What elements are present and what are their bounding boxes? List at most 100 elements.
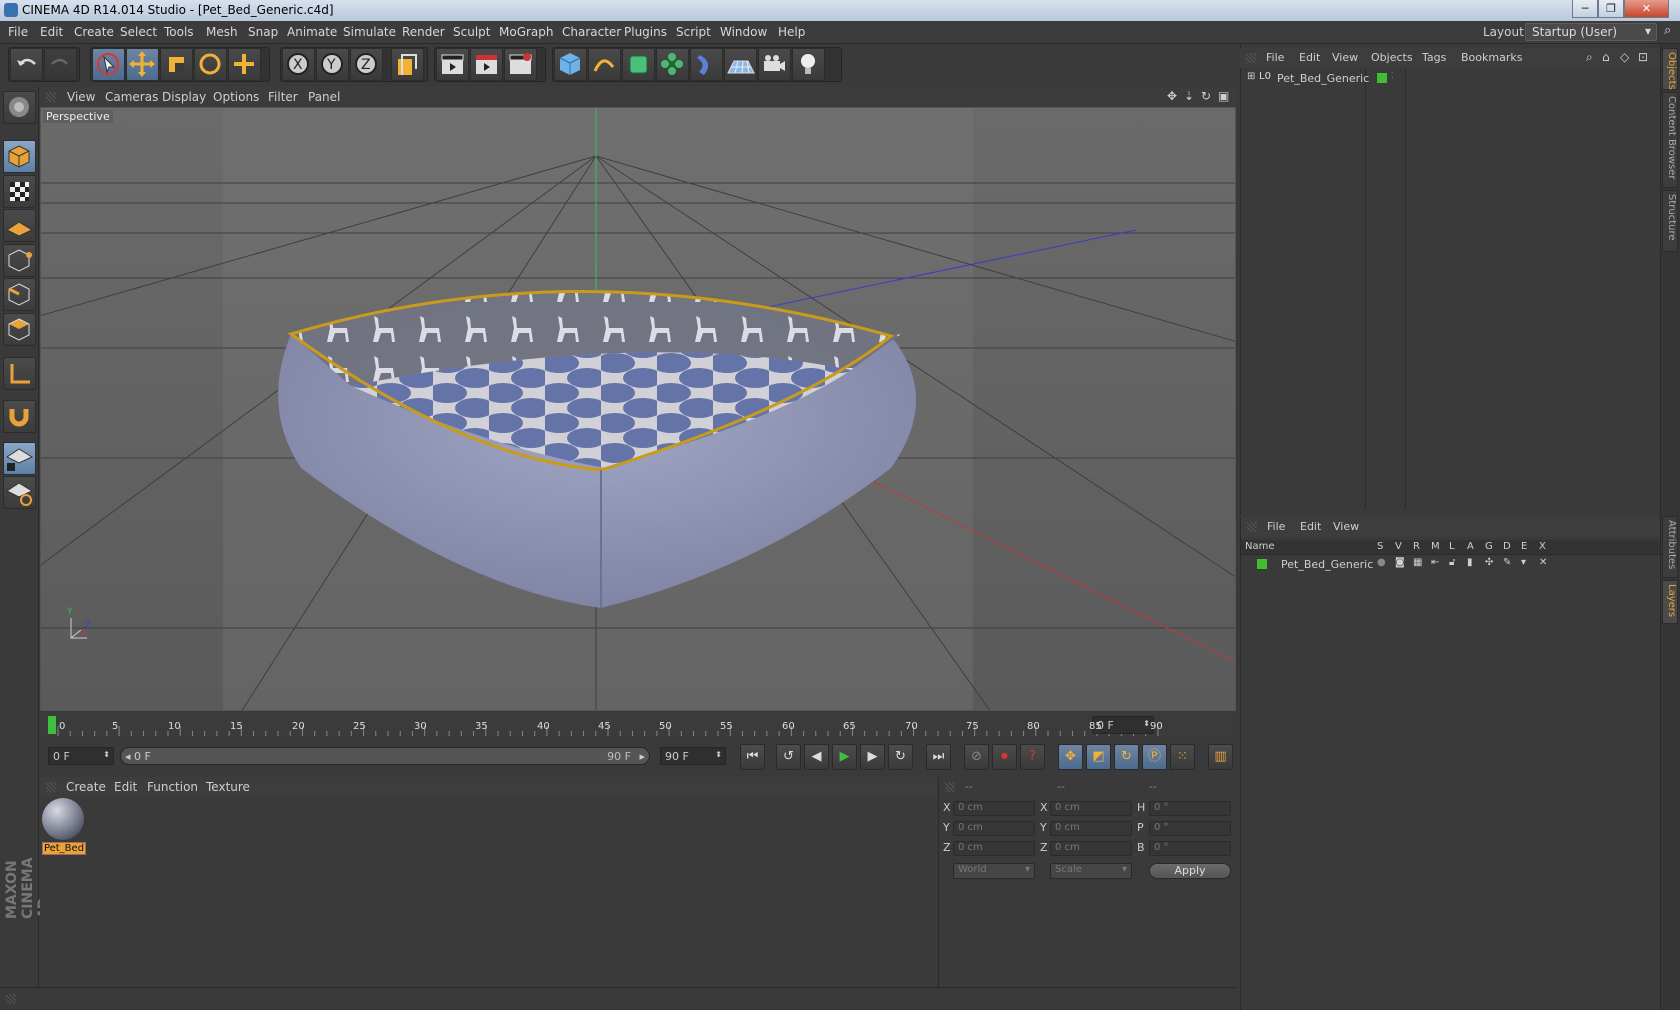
tab-objects[interactable]: Objects xyxy=(1662,48,1678,90)
cube-object-button[interactable] xyxy=(554,48,587,81)
object-row[interactable]: ⊞ L0 Pet_Bed_Generic ⁚ xyxy=(1245,71,1655,87)
edges-mode-button[interactable] xyxy=(3,278,36,311)
light-object-button[interactable] xyxy=(792,48,825,81)
object-name[interactable]: Pet_Bed_Generic xyxy=(1277,72,1369,85)
expand-icon[interactable]: ⊞ xyxy=(1247,71,1255,82)
menu-tools[interactable]: Tools xyxy=(164,25,194,39)
previous-key-button[interactable]: ↺ xyxy=(776,744,801,770)
redo-button[interactable] xyxy=(44,48,77,81)
array-object-button[interactable] xyxy=(656,48,689,81)
scale-tool[interactable] xyxy=(160,48,193,81)
timeline-window-button[interactable]: ▥ xyxy=(1208,744,1233,770)
xref-toggle-icon[interactable]: ✕ xyxy=(1539,557,1547,568)
layer-name[interactable]: Pet_Bed_Generic xyxy=(1281,558,1373,571)
y-axis-lock-button[interactable]: Y xyxy=(316,48,349,81)
record-point-level-button[interactable]: ⁙ xyxy=(1170,744,1195,770)
timeline-ruler[interactable]: 0 F ⬍ xyxy=(40,712,1237,739)
timeline-playhead[interactable] xyxy=(48,716,56,734)
deformer-object-button[interactable] xyxy=(690,48,723,81)
workplane-lock-button[interactable] xyxy=(3,442,36,475)
play-button[interactable]: ▶ xyxy=(832,744,857,770)
size-x-field[interactable]: 0 cm xyxy=(1050,801,1132,816)
menu-sculpt[interactable]: Sculpt xyxy=(453,25,490,39)
end-frame-field[interactable]: 90 F ⬍ xyxy=(660,747,726,765)
rot-h-field[interactable]: 0 ° xyxy=(1149,801,1231,816)
rotate-view-icon[interactable]: ↻ xyxy=(1201,89,1211,103)
up-icon[interactable]: ◇ xyxy=(1620,50,1629,64)
layer-menu-file[interactable]: File xyxy=(1267,520,1285,533)
previous-frame-button[interactable]: ◀ xyxy=(804,744,829,770)
size-y-field[interactable]: 0 cm xyxy=(1050,821,1132,836)
home-icon[interactable]: ⌂ xyxy=(1602,50,1610,64)
menu-file[interactable]: File xyxy=(8,25,28,39)
tab-content-browser[interactable]: Content Browser xyxy=(1662,92,1678,188)
search-icon[interactable]: ⌕ xyxy=(1586,50,1593,65)
object-menu-bookmarks[interactable]: Bookmarks xyxy=(1461,51,1522,64)
menu-edit[interactable]: Edit xyxy=(40,25,63,39)
object-menu-edit[interactable]: Edit xyxy=(1299,51,1320,64)
polygons-mode-button[interactable] xyxy=(3,313,36,346)
x-axis-lock-button[interactable]: X xyxy=(282,48,315,81)
record-scale-button[interactable]: ◩ xyxy=(1086,744,1111,770)
pos-x-field[interactable]: 0 cm xyxy=(953,801,1035,816)
start-frame-field[interactable]: 0 F ⬍ xyxy=(48,747,114,765)
record-position-button[interactable]: ✥ xyxy=(1058,744,1083,770)
material-menu-edit[interactable]: Edit xyxy=(114,780,137,794)
menu-render[interactable]: Render xyxy=(402,25,445,39)
layer-color-swatch[interactable] xyxy=(1377,73,1387,83)
stepper-icon[interactable]: ⬍ xyxy=(715,750,722,759)
rotate-tool[interactable] xyxy=(194,48,227,81)
size-z-field[interactable]: 0 cm xyxy=(1050,841,1132,856)
viewport-menu-cameras[interactable]: Cameras xyxy=(105,90,158,104)
model-mode-button[interactable] xyxy=(3,140,36,173)
snap-toggle-button[interactable] xyxy=(3,400,36,433)
object-menu-view[interactable]: View xyxy=(1332,51,1358,64)
camera-object-button[interactable] xyxy=(758,48,791,81)
visibility-dots-icon[interactable]: ⁚ xyxy=(1391,71,1394,80)
layout-dropdown[interactable]: Startup (User) ▾ xyxy=(1525,23,1657,41)
viewport-menu-panel[interactable]: Panel xyxy=(308,90,340,104)
preview-range-slider[interactable]: ◂ 0 F 90 F ▸ xyxy=(120,747,650,765)
tab-layers[interactable]: Layers xyxy=(1662,580,1678,624)
floor-object-button[interactable] xyxy=(724,48,757,81)
menu-window[interactable]: Window xyxy=(720,25,767,39)
live-selection-tool[interactable] xyxy=(92,48,125,81)
workplane-mode-button[interactable] xyxy=(3,209,36,242)
layer-menu-edit[interactable]: Edit xyxy=(1300,520,1321,533)
layer-color-swatch[interactable] xyxy=(1257,559,1267,569)
menu-help[interactable]: Help xyxy=(778,25,805,39)
z-axis-lock-button[interactable]: Z xyxy=(350,48,383,81)
next-key-button[interactable]: ↻ xyxy=(888,744,913,770)
viewport-menu-view[interactable]: View xyxy=(67,90,95,104)
use-model-mode-button[interactable] xyxy=(3,91,36,124)
perspective-viewport[interactable]: Y X Z Perspective xyxy=(40,107,1236,711)
menu-mograph[interactable]: MoGraph xyxy=(499,25,554,39)
tab-structure[interactable]: Structure xyxy=(1662,190,1678,252)
coordinate-system-button[interactable] xyxy=(391,48,424,81)
menu-snap[interactable]: Snap xyxy=(248,25,278,39)
autokeying-button[interactable]: ⏺ xyxy=(992,744,1017,770)
workplane-rotate-button[interactable] xyxy=(3,476,36,509)
close-button[interactable]: ✕ xyxy=(1624,0,1669,18)
go-to-start-button[interactable]: ⏮ xyxy=(740,744,765,770)
object-menu-file[interactable]: File xyxy=(1266,51,1284,64)
maximize-button[interactable]: ❐ xyxy=(1598,0,1624,18)
record-parameter-button[interactable]: Ⓟ xyxy=(1142,744,1167,770)
render-picture-viewer-button[interactable] xyxy=(470,48,503,81)
viewport-menu-display[interactable]: Display xyxy=(162,90,206,104)
go-to-end-button[interactable]: ⏭ xyxy=(926,744,951,770)
object-menu-tags[interactable]: Tags xyxy=(1422,51,1446,64)
record-rotation-button[interactable]: ↻ xyxy=(1114,744,1139,770)
expression-toggle-icon[interactable]: ▾ xyxy=(1521,557,1526,568)
menu-character[interactable]: Character xyxy=(562,25,621,39)
eye-toggle-icon[interactable]: ◙ xyxy=(1395,557,1405,568)
keyframe-selection-button[interactable]: ? xyxy=(1020,744,1045,770)
search-icon[interactable]: ⌕ xyxy=(1664,23,1671,38)
viewport-scene[interactable]: Y X Z xyxy=(41,108,1236,711)
axis-mode-button[interactable] xyxy=(3,357,36,390)
material-menu-create[interactable]: Create xyxy=(66,780,106,794)
texture-mode-button[interactable] xyxy=(3,175,36,208)
viewport-menu-filter[interactable]: Filter xyxy=(268,90,298,104)
undo-button[interactable] xyxy=(10,48,43,81)
material-menu-function[interactable]: Function xyxy=(147,780,198,794)
